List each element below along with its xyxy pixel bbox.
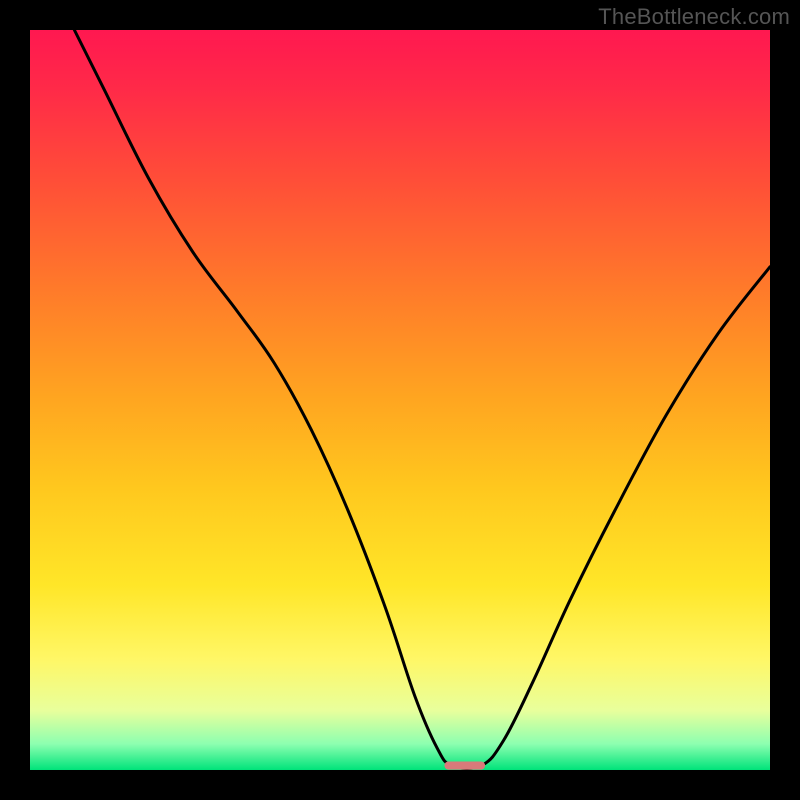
optimal-marker (444, 761, 485, 769)
chart-stage: TheBottleneck.com (0, 0, 800, 800)
plot-background (30, 30, 770, 770)
bottleneck-chart (0, 0, 800, 800)
